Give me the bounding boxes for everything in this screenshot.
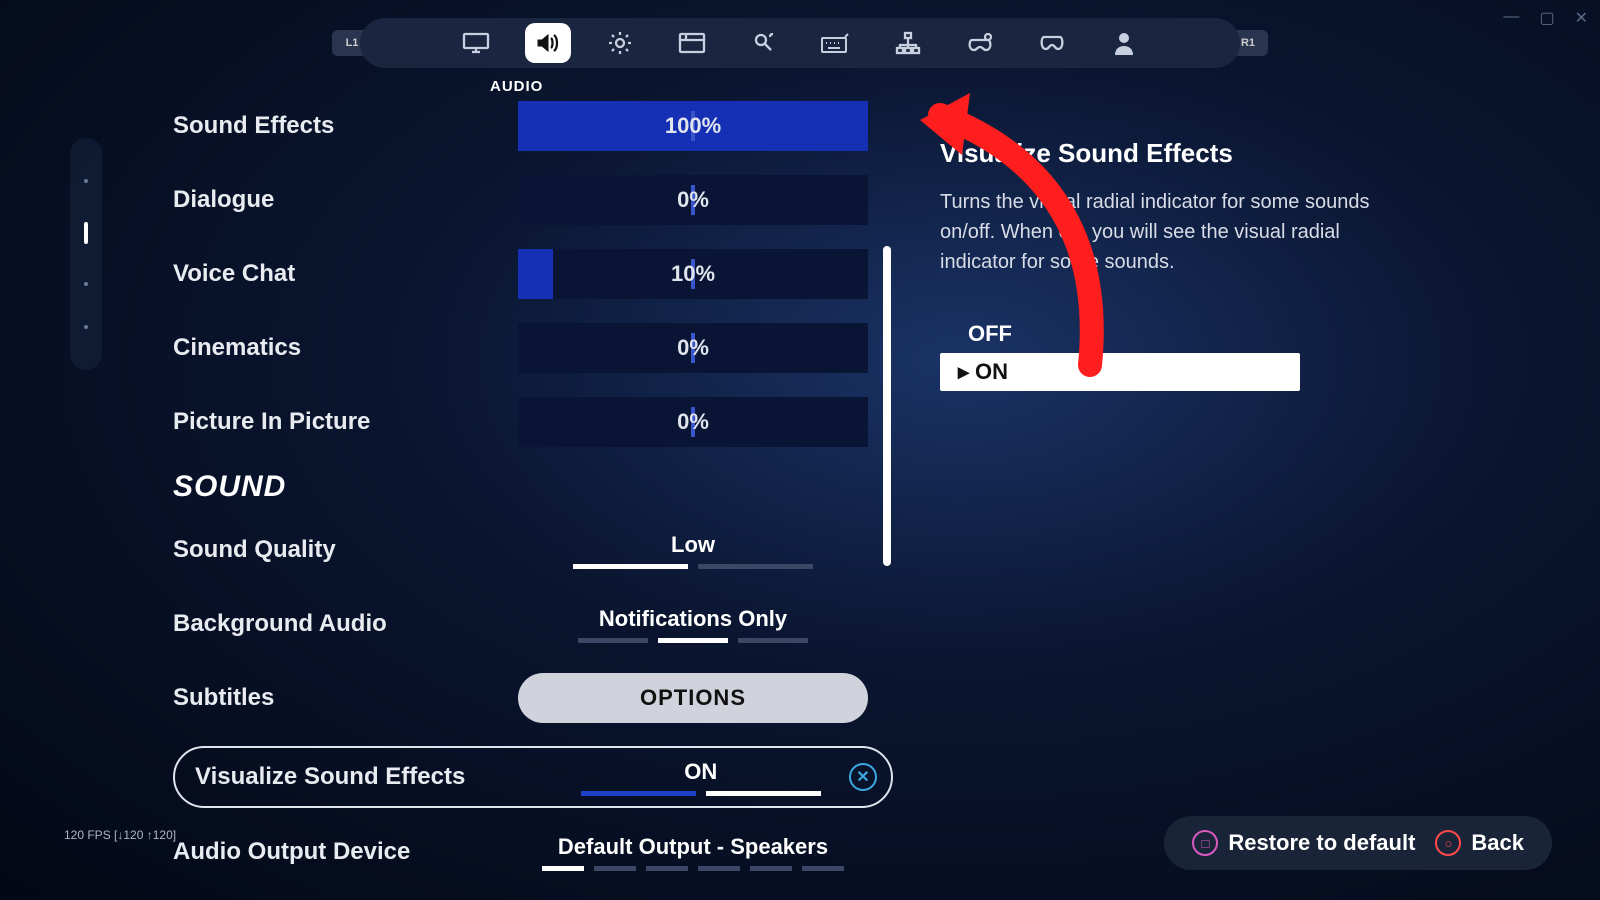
segbar-bgaudio[interactable] xyxy=(578,638,808,643)
caret-right-icon: ▸ xyxy=(958,359,969,385)
section-heading-sound: SOUND xyxy=(173,470,893,504)
row-output-device[interactable]: Audio Output Device Default Output - Spe… xyxy=(173,826,893,878)
controller-gear-tab[interactable] xyxy=(957,23,1003,63)
row-subtitles[interactable]: Subtitles OPTIONS xyxy=(173,672,893,724)
window-controls: — ▢ ✕ xyxy=(1503,8,1588,28)
row-cinematics[interactable]: Cinematics 0% xyxy=(173,322,893,374)
label-dialogue: Dialogue xyxy=(173,186,518,214)
label-sound-effects: Sound Effects xyxy=(173,112,518,140)
segbar-visualize[interactable] xyxy=(581,791,821,796)
description-panel: Visualize Sound Effects Turns the visual… xyxy=(940,138,1400,391)
value-sound-quality: Low xyxy=(671,532,715,558)
row-pip[interactable]: Picture In Picture 0% xyxy=(173,396,893,448)
account-tab[interactable] xyxy=(1101,23,1147,63)
square-prompt-icon: □ xyxy=(1192,830,1218,856)
description-title: Visualize Sound Effects xyxy=(940,138,1400,169)
keyboard-tab[interactable] xyxy=(813,23,859,63)
value-output-device: Default Output - Speakers xyxy=(558,834,828,860)
fps-counter: 120 FPS [↓120 ↑120] xyxy=(64,828,176,842)
display-tab[interactable] xyxy=(453,23,499,63)
minimize-icon[interactable]: — xyxy=(1503,8,1519,28)
tab-sublabel: AUDIO xyxy=(490,78,543,95)
row-bg-audio[interactable]: Background Audio Notifications Only xyxy=(173,598,893,650)
description-body: Turns the visual radial indicator for so… xyxy=(940,187,1400,277)
section-indicator xyxy=(70,138,102,370)
row-dialogue[interactable]: Dialogue 0% xyxy=(173,174,893,226)
sitemap-tab[interactable] xyxy=(885,23,931,63)
label-sound-quality: Sound Quality xyxy=(173,536,518,564)
footer-bar: □ Restore to default ○ Back xyxy=(1164,816,1552,870)
touch-tab[interactable] xyxy=(741,23,787,63)
slider-cinematics[interactable]: 0% xyxy=(518,323,868,373)
row-visualize-sfx[interactable]: Visualize Sound Effects ON ✕ xyxy=(173,746,893,808)
slider-pip[interactable]: 0% xyxy=(518,397,868,447)
slider-sound-effects[interactable]: 100% xyxy=(518,101,868,151)
value-visualize-sfx: ON xyxy=(684,759,717,785)
slider-voice-chat[interactable]: 10% xyxy=(518,249,868,299)
ui-tab[interactable] xyxy=(669,23,715,63)
label-subtitles: Subtitles xyxy=(173,684,518,712)
x-prompt-icon: ✕ xyxy=(849,763,877,791)
row-sound-effects[interactable]: Sound Effects 100% xyxy=(173,100,893,152)
value-bg-audio: Notifications Only xyxy=(599,606,787,632)
options-button[interactable]: OPTIONS xyxy=(518,673,868,723)
audio-tab[interactable] xyxy=(525,23,571,63)
label-bg-audio: Background Audio xyxy=(173,610,518,638)
maximize-icon[interactable]: ▢ xyxy=(1539,8,1554,28)
row-voice-chat[interactable]: Voice Chat 10% xyxy=(173,248,893,300)
close-icon[interactable]: ✕ xyxy=(1575,8,1588,28)
label-output-device: Audio Output Device xyxy=(173,838,518,866)
label-pip: Picture In Picture xyxy=(173,408,518,436)
slider-dialogue[interactable]: 0% xyxy=(518,175,868,225)
settings-list: Sound Effects 100% Dialogue 0% Voice Cha… xyxy=(173,100,893,900)
label-cinematics: Cinematics xyxy=(173,334,518,362)
option-on[interactable]: ▸ ON xyxy=(940,353,1300,391)
label-visualize-sfx: Visualize Sound Effects xyxy=(195,763,531,791)
option-list: OFF ▸ ON xyxy=(940,315,1300,391)
option-off[interactable]: OFF xyxy=(940,315,1300,353)
row-sound-quality[interactable]: Sound Quality Low xyxy=(173,524,893,576)
circle-prompt-icon: ○ xyxy=(1435,830,1461,856)
segbar-quality[interactable] xyxy=(573,564,813,569)
controller-tab[interactable] xyxy=(1029,23,1075,63)
gear-tab[interactable] xyxy=(597,23,643,63)
restore-default-button[interactable]: □ Restore to default xyxy=(1192,830,1415,856)
settings-tabbar xyxy=(360,18,1240,68)
back-button[interactable]: ○ Back xyxy=(1435,830,1524,856)
label-voice-chat: Voice Chat xyxy=(173,260,518,288)
segbar-output[interactable] xyxy=(542,866,844,871)
